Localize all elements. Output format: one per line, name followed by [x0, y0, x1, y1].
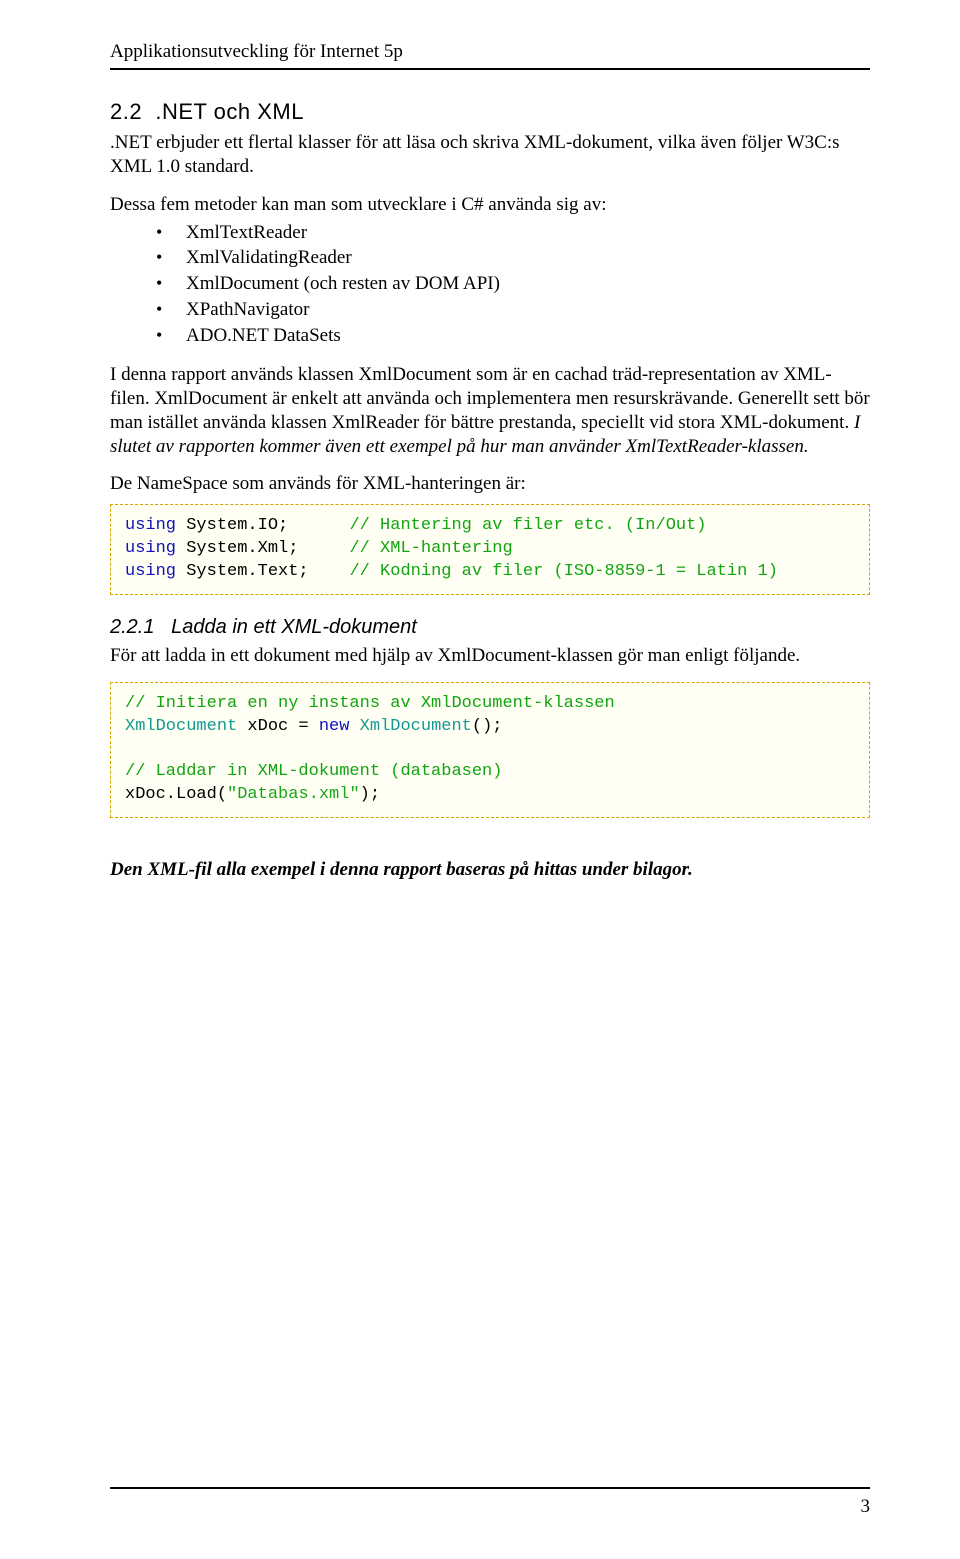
code-text: System.Xml; [176, 539, 349, 558]
code-keyword: using [125, 562, 176, 581]
code-keyword: using [125, 516, 176, 535]
header-rule [110, 68, 870, 70]
list-item: XmlTextReader [156, 221, 870, 245]
paragraph: I denna rapport används klassen XmlDocum… [110, 363, 870, 458]
code-type: XmlDocument [349, 717, 471, 736]
paragraph: .NET erbjuder ett flertal klasser för at… [110, 131, 870, 179]
code-text: System.IO; [176, 516, 349, 535]
code-comment: // Hantering av filer etc. (In/Out) [349, 516, 706, 535]
code-text: System.Text; [176, 562, 349, 581]
footer-rule [110, 1487, 870, 1489]
code-comment: // Kodning av filer (ISO-8859-1 = Latin … [349, 562, 777, 581]
section-title: .NET och XML [155, 99, 304, 124]
subsection-number: 2.2.1 [110, 616, 154, 638]
code-text: ); [360, 785, 380, 804]
paragraph: Dessa fem metoder kan man som utvecklare… [110, 193, 870, 217]
paragraph: De NameSpace som används för XML-hanteri… [110, 472, 870, 496]
subsection-heading-2-2-1: 2.2.1 Ladda in ett XML-dokument [110, 615, 870, 640]
code-text: xDoc = [237, 717, 319, 736]
section-heading-2-2: 2.2 .NET och XML [110, 98, 870, 126]
code-type: XmlDocument [125, 717, 237, 736]
code-comment: // Initiera en ny instans av XmlDocument… [125, 694, 615, 713]
bold-italic-text: Den XML-fil alla exempel i denna rapport… [110, 859, 693, 880]
code-keyword: using [125, 539, 176, 558]
text-run: I denna rapport används klassen XmlDocum… [110, 364, 870, 433]
list-item: XmlValidatingReader [156, 246, 870, 270]
list-item: ADO.NET DataSets [156, 324, 870, 348]
list-item: XmlDocument (och resten av DOM API) [156, 272, 870, 296]
code-block-usings: using System.IO; // Hantering av filer e… [110, 504, 870, 595]
code-comment: // Laddar in XML-dokument (databasen) [125, 762, 502, 781]
paragraph: För att ladda in ett dokument med hjälp … [110, 644, 870, 668]
code-keyword: new [319, 717, 350, 736]
subsection-title: Ladda in ett XML-dokument [171, 616, 417, 638]
section-number: 2.2 [110, 99, 142, 124]
code-text: xDoc.Load( [125, 785, 227, 804]
list-item: XPathNavigator [156, 298, 870, 322]
page: Applikationsutveckling för Internet 5p 2… [0, 0, 960, 1559]
code-string: "Databas.xml" [227, 785, 360, 804]
page-footer: 3 [110, 1481, 870, 1519]
running-head: Applikationsutveckling för Internet 5p [110, 40, 870, 64]
code-text: (); [472, 717, 503, 736]
page-number: 3 [110, 1495, 870, 1519]
code-comment: // XML-hantering [349, 539, 512, 558]
paragraph-bold: Den XML-fil alla exempel i denna rapport… [110, 858, 870, 882]
bullet-list: XmlTextReader XmlValidatingReader XmlDoc… [110, 221, 870, 348]
code-block-load: // Initiera en ny instans av XmlDocument… [110, 682, 870, 819]
